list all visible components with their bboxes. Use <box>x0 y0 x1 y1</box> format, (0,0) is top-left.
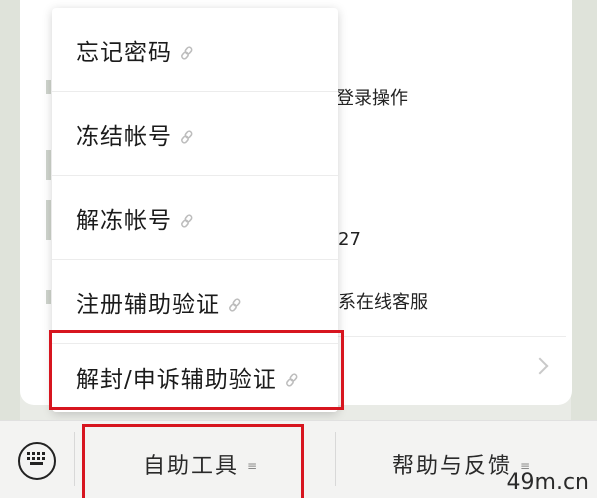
background-fragment <box>46 290 51 304</box>
background-login-text: 登录操作 <box>336 88 408 109</box>
menu-item-freeze-account[interactable]: 冻结帐号 <box>52 92 338 176</box>
menu-item-unfreeze-account[interactable]: 解冻帐号 <box>52 176 338 260</box>
background-edge-right <box>571 0 597 420</box>
highlight-box-tab <box>82 424 304 498</box>
bar-separator <box>335 432 336 486</box>
link-icon <box>180 40 194 66</box>
background-number-text: 27 <box>338 229 361 250</box>
background-fragment <box>46 200 51 240</box>
keyboard-icon <box>26 451 48 471</box>
background-fragment <box>46 80 51 94</box>
menu-item-label: 解冻帐号 <box>76 207 172 234</box>
background-service-text: 系在线客服 <box>338 292 428 313</box>
watermark: 49m.cn <box>506 470 589 495</box>
background-divider <box>330 336 566 337</box>
link-icon <box>180 208 194 234</box>
menu-item-forgot-password[interactable]: 忘记密码 <box>52 8 338 92</box>
menu-item-label: 冻结帐号 <box>76 123 172 150</box>
link-icon <box>180 124 194 150</box>
background-fragment <box>46 150 51 180</box>
menu-item-label: 注册辅助验证 <box>76 291 220 318</box>
background-edge-left <box>0 0 20 420</box>
link-icon <box>228 292 242 318</box>
menu-item-label: 忘记密码 <box>76 39 172 66</box>
highlight-box-menu-item <box>49 330 344 410</box>
bar-separator <box>74 432 75 486</box>
keyboard-toggle-button[interactable] <box>18 442 56 480</box>
tab-label: 帮助与反馈 <box>392 454 513 479</box>
